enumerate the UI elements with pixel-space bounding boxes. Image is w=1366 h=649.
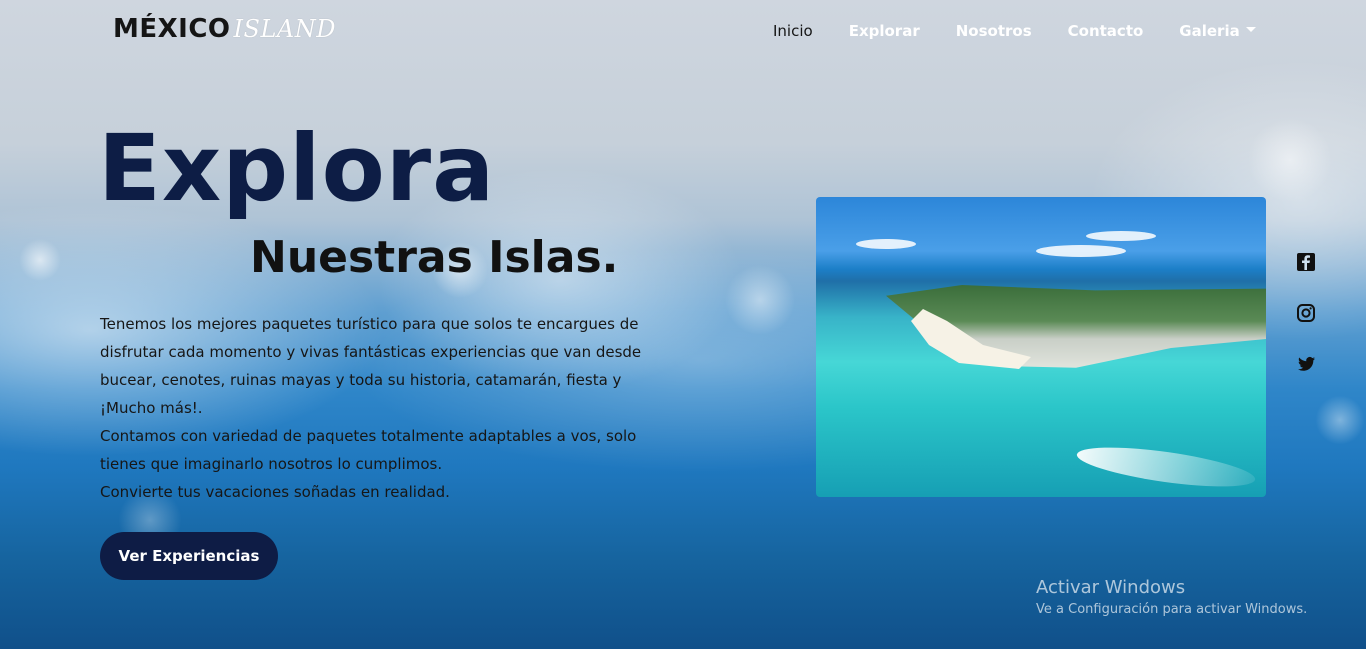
windows-activation-watermark: Activar Windows Ve a Configuración para …: [1036, 577, 1307, 617]
island-photo: [816, 197, 1266, 497]
hero-description: Tenemos los mejores paquetes turístico p…: [100, 310, 670, 506]
twitter-icon[interactable]: [1296, 354, 1316, 374]
boat-wake-shape: [1074, 439, 1258, 495]
hero-paragraph: Contamos con variedad de paquetes totalm…: [100, 427, 637, 473]
main-nav: Inicio Explorar Nosotros Contacto Galeri…: [773, 22, 1292, 40]
hero-subtitle: Nuestras Islas.: [250, 232, 619, 283]
nav-item-explorar[interactable]: Explorar: [849, 22, 920, 40]
caret-down-icon: [1245, 27, 1256, 32]
hero-paragraph: Convierte tus vacaciones soñadas en real…: [100, 483, 450, 501]
facebook-icon[interactable]: [1296, 252, 1316, 272]
cloud-shape: [1036, 245, 1126, 257]
site-header: MÉXICO ISLAND Inicio Explorar Nosotros C…: [0, 0, 1366, 66]
nav-item-inicio[interactable]: Inicio: [773, 22, 813, 40]
cloud-shape: [1086, 231, 1156, 241]
nav-item-galeria-dropdown[interactable]: Galeria: [1179, 22, 1256, 40]
nav-item-nosotros[interactable]: Nosotros: [956, 22, 1032, 40]
hero-paragraph: Tenemos los mejores paquetes turístico p…: [100, 315, 642, 417]
ver-experiencias-button[interactable]: Ver Experiencias: [100, 532, 278, 580]
social-links: [1296, 252, 1316, 374]
watermark-title: Activar Windows: [1036, 577, 1186, 598]
cloud-shape: [856, 239, 916, 249]
logo-text-island: ISLAND: [233, 15, 336, 43]
watermark-subtitle: Ve a Configuración para activar Windows.: [1036, 602, 1308, 617]
nav-item-galeria-label: Galeria: [1179, 22, 1240, 40]
nav-item-contacto[interactable]: Contacto: [1068, 22, 1144, 40]
instagram-icon[interactable]: [1296, 303, 1316, 323]
site-logo[interactable]: MÉXICO ISLAND: [113, 14, 336, 44]
hero-title: Explora: [98, 115, 496, 222]
logo-text-mexico: MÉXICO: [113, 14, 231, 44]
